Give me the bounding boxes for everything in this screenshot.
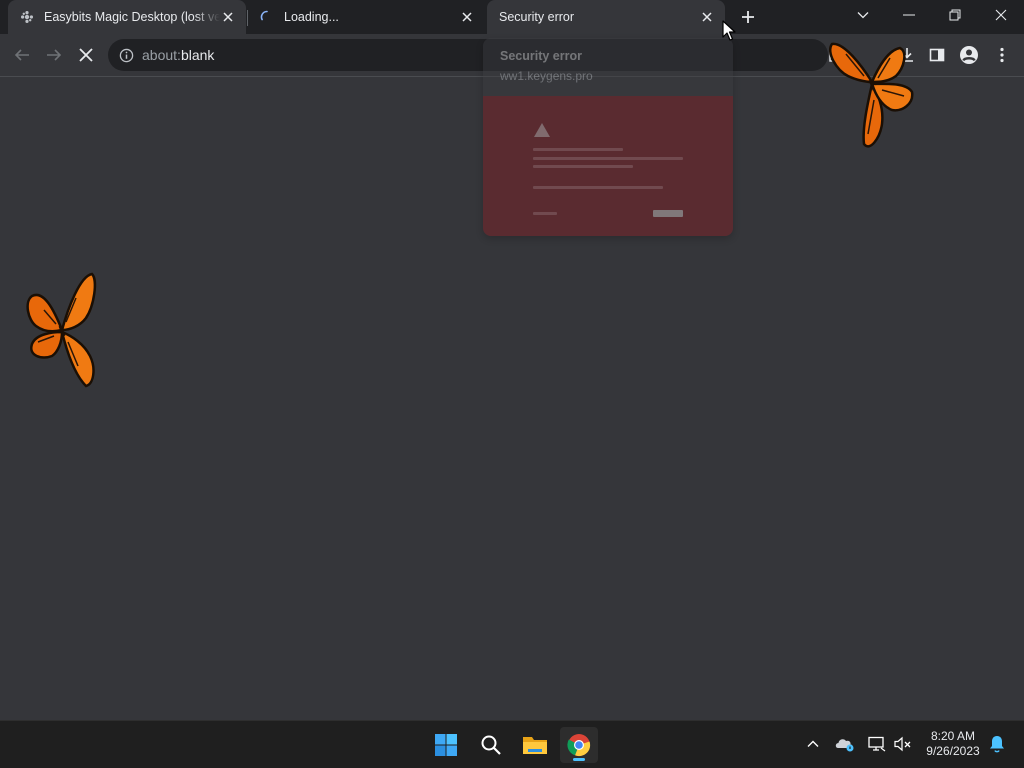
plus-icon [742, 11, 754, 23]
profile-button[interactable] [957, 43, 981, 67]
forward-button[interactable] [42, 43, 66, 67]
kebab-menu-icon [1000, 47, 1004, 63]
restore-button[interactable] [932, 0, 978, 30]
chevron-down-icon [857, 12, 869, 19]
tab-security-error[interactable]: Security error [487, 0, 725, 34]
back-button[interactable] [10, 43, 34, 67]
volume-muted-icon [894, 736, 911, 752]
side-panel-icon [929, 48, 945, 62]
hover-card-domain: ww1.keygens.pro [500, 69, 593, 83]
chevron-up-icon [807, 740, 819, 747]
tab-strip: Easybits Magic Desktop (lost vers Loadin… [0, 0, 1024, 34]
stop-button[interactable] [74, 43, 98, 67]
show-hidden-icons-button[interactable] [802, 733, 824, 755]
tab-title: Security error [499, 10, 575, 24]
info-icon[interactable] [118, 47, 134, 63]
side-panel-button[interactable] [925, 43, 949, 67]
warning-icon [534, 123, 550, 137]
onedrive-tray-button[interactable] [834, 733, 856, 755]
file-explorer-icon [523, 737, 547, 754]
start-button[interactable] [427, 727, 465, 763]
preview-button [653, 210, 683, 217]
tab-loading[interactable]: Loading... [248, 0, 485, 34]
tab-close-icon[interactable] [699, 9, 715, 25]
volume-tray-button[interactable] [892, 733, 914, 755]
active-indicator [573, 758, 585, 761]
close-icon [995, 9, 1007, 21]
tab-close-icon[interactable] [220, 9, 236, 25]
window-close-button[interactable] [978, 0, 1024, 30]
tab-title: Loading... [284, 10, 339, 24]
preview-line [533, 148, 623, 151]
file-explorer-button[interactable] [516, 727, 554, 763]
minimize-button[interactable] [886, 0, 932, 30]
arrow-left-icon [14, 49, 29, 61]
onedrive-icon [835, 739, 854, 752]
preview-line [533, 165, 633, 168]
butterfly-right [829, 42, 914, 148]
puzzle-icon [20, 10, 34, 24]
clock-date: 9/26/2023 [926, 744, 980, 758]
tab-title: Easybits Magic Desktop (lost vers [44, 10, 220, 24]
url-scheme: about: [142, 47, 181, 63]
minimize-icon [903, 14, 915, 16]
network-icon [868, 736, 886, 752]
preview-line [533, 186, 663, 189]
tab-easybits[interactable]: Easybits Magic Desktop (lost vers [8, 0, 246, 34]
chrome-taskbar-button[interactable] [560, 727, 598, 763]
spinner-icon [260, 10, 274, 24]
clock-time: 8:20 AM [930, 729, 976, 743]
tab-search-button[interactable] [840, 0, 886, 30]
mouse-cursor-icon [722, 20, 736, 41]
restore-icon [949, 9, 961, 21]
tab-hover-card: Security error ww1.keygens.pro [483, 38, 733, 236]
menu-button[interactable] [990, 43, 1014, 67]
windows-start-icon [435, 734, 457, 756]
system-clock[interactable]: 8:20 AM 9/26/2023 [918, 729, 988, 759]
arrow-right-icon [47, 49, 62, 61]
new-tab-button[interactable] [736, 6, 760, 28]
chrome-icon [567, 734, 591, 757]
network-tray-button[interactable] [866, 733, 888, 755]
preview-line [533, 157, 683, 160]
notification-bell-icon [990, 736, 1004, 753]
url-text: about:blank [142, 47, 214, 63]
profile-icon [960, 46, 978, 64]
tab-close-icon[interactable] [459, 9, 475, 25]
close-icon [79, 48, 93, 62]
url-host: blank [180, 47, 215, 63]
search-icon [481, 735, 501, 755]
taskbar-search-button[interactable] [472, 727, 510, 763]
hover-card-title: Security error [500, 49, 582, 63]
hover-card-preview [483, 96, 733, 236]
preview-line [533, 212, 557, 215]
butterfly-left [26, 272, 97, 388]
notifications-button[interactable] [986, 733, 1008, 755]
taskbar: 8:20 AM 9/26/2023 [0, 720, 1024, 768]
